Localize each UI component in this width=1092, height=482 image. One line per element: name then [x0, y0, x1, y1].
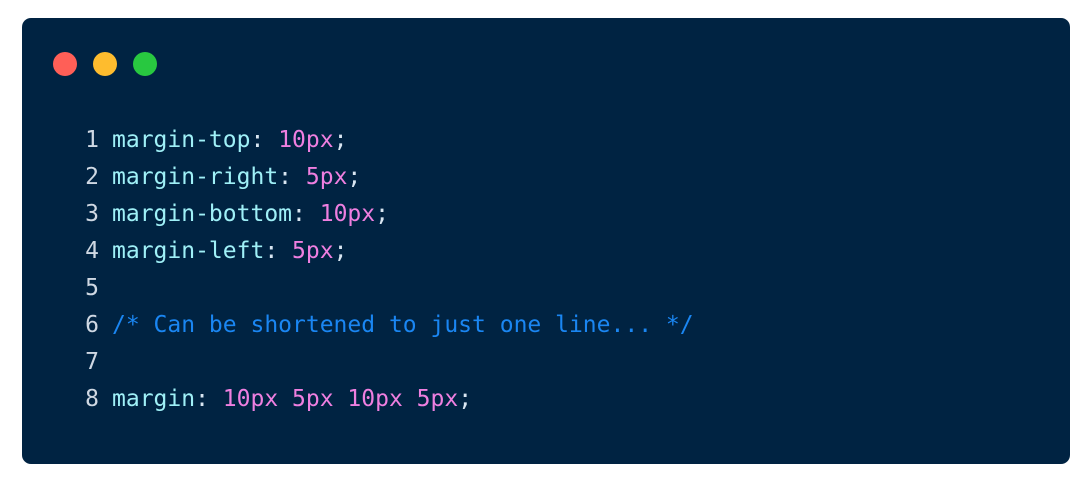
code-window: 1 margin-top: 10px; 2 margin-right: 5px; 3 ma…: [22, 18, 1070, 464]
css-value: 5px: [292, 238, 334, 264]
line-number: 2: [85, 164, 99, 190]
punctuation: :: [292, 201, 320, 227]
punctuation: ;: [458, 386, 473, 412]
minimize-button[interactable]: [93, 52, 117, 76]
css-property: margin-left: [112, 238, 265, 264]
css-value: 10px: [319, 201, 376, 227]
css-value: 5px: [305, 164, 348, 190]
css-property: margin: [112, 386, 196, 412]
punctuation: :: [250, 127, 279, 153]
close-button[interactable]: [53, 52, 77, 76]
zoom-button[interactable]: [133, 52, 157, 76]
code-line: 7: [85, 344, 694, 381]
punctuation: ;: [347, 164, 362, 190]
code-line: 1 margin-top: 10px;: [85, 122, 694, 159]
line-number: 3: [85, 201, 99, 227]
punctuation: ;: [333, 238, 348, 264]
punctuation: :: [195, 386, 223, 412]
line-number: 4: [85, 238, 99, 264]
css-property: margin-bottom: [112, 201, 293, 227]
code-line: 5: [85, 270, 694, 307]
punctuation: :: [264, 238, 293, 264]
line-number: 7: [85, 349, 99, 375]
code-block: 1 margin-top: 10px; 2 margin-right: 5px; 3 ma…: [85, 122, 694, 418]
code-line: 6 /* Can be shortened to just one line...…: [85, 307, 694, 344]
code-line: 2 margin-right: 5px;: [85, 159, 694, 196]
window-controls: [53, 52, 173, 76]
code-line: 3 margin-bottom: 10px;: [85, 196, 694, 233]
line-number: 8: [85, 386, 99, 412]
punctuation: :: [278, 164, 306, 190]
punctuation: ;: [375, 201, 389, 227]
css-value: 10px 5px 10px 5px: [222, 386, 459, 412]
css-property: margin-right: [112, 164, 279, 190]
line-number: 6: [85, 312, 99, 338]
line-number: 1: [85, 127, 99, 153]
css-property: margin-top: [112, 127, 251, 153]
code-line: 4 margin-left: 5px;: [85, 233, 694, 270]
code-line: 8 margin: 10px 5px 10px 5px;: [85, 381, 694, 418]
code-comment: /* Can be shortened to just one line... …: [112, 312, 694, 338]
line-number: 5: [85, 275, 99, 301]
punctuation: ;: [333, 127, 348, 153]
css-value: 10px: [278, 127, 334, 153]
